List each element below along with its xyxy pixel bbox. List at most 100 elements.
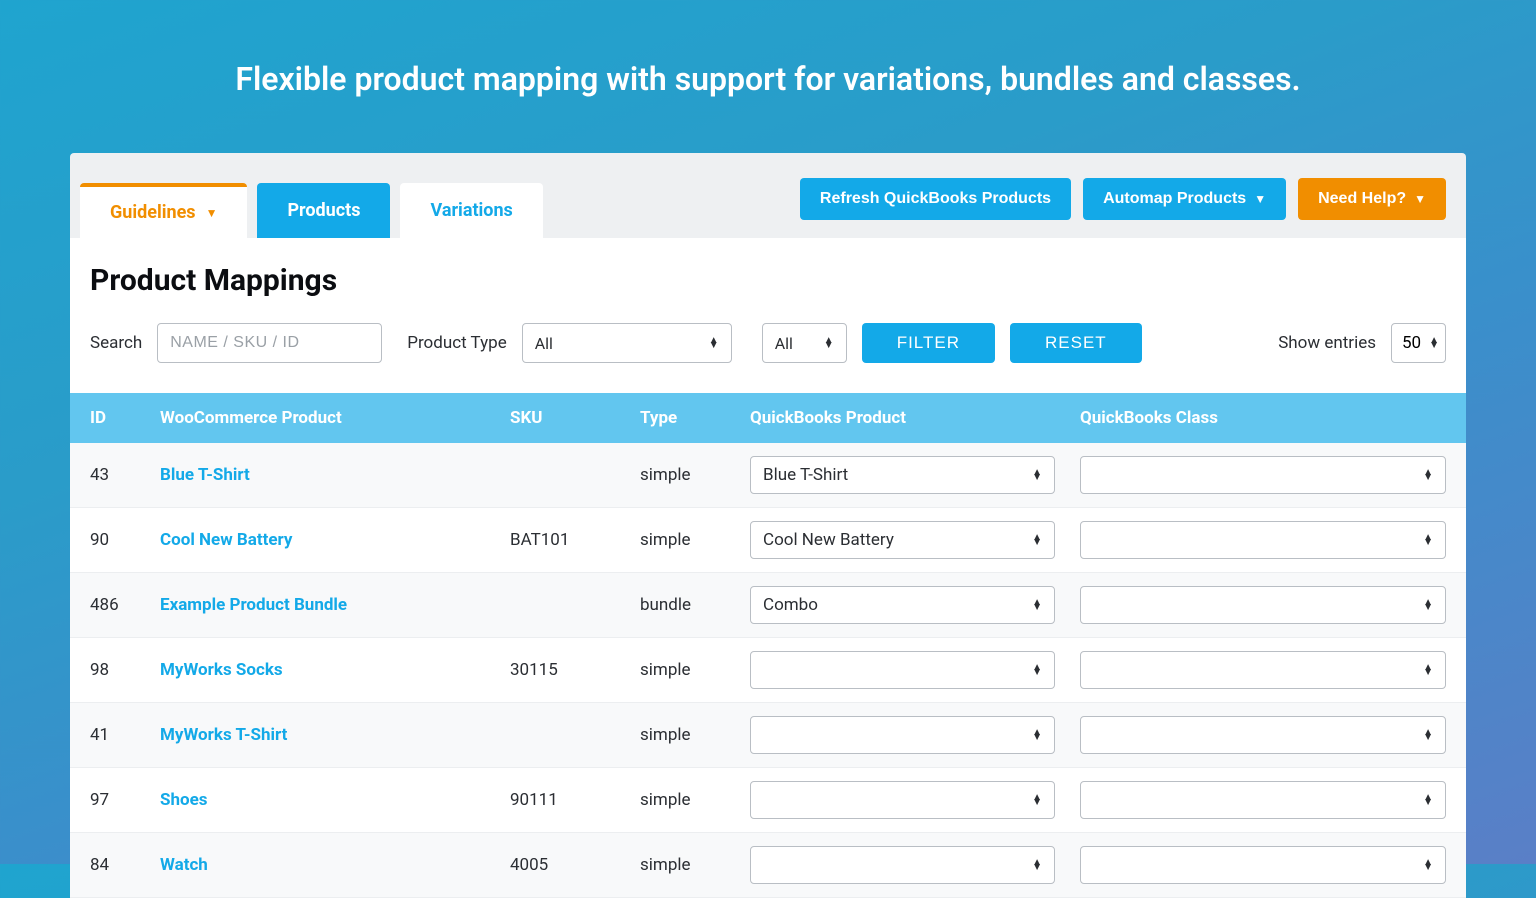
product-type-label: Product Type — [407, 333, 506, 353]
show-entries-value: 50 — [1402, 333, 1421, 353]
table-row: 90Cool New BatteryBAT101simpleCool New B… — [70, 508, 1466, 573]
tabs: Guidelines ▼ Products Variations — [80, 183, 800, 238]
cell-id: 84 — [90, 855, 160, 875]
search-input[interactable] — [157, 323, 382, 363]
sort-arrows-icon: ▲▼ — [1032, 600, 1042, 610]
product-link[interactable]: Cool New Battery — [160, 530, 293, 550]
tab-variations-label: Variations — [430, 200, 512, 221]
sort-arrows-icon: ▲▼ — [1032, 860, 1042, 870]
col-qb-product: QuickBooks Product — [750, 408, 1080, 428]
quickbooks-class-select[interactable]: ▲▼ — [1080, 586, 1446, 624]
table-row: 98MyWorks Socks 30115simple ▲▼ ▲▼ — [70, 638, 1466, 703]
quickbooks-class-select[interactable]: ▲▼ — [1080, 781, 1446, 819]
cell-type: simple — [640, 855, 750, 875]
filter-button[interactable]: FILTER — [862, 323, 995, 363]
table-body: 43Blue T-ShirtsimpleBlue T-Shirt▲▼▲▼90Co… — [70, 443, 1466, 898]
quickbooks-class-select[interactable]: ▲▼ — [1080, 846, 1446, 884]
sort-arrows-icon: ▲▼ — [1423, 795, 1433, 805]
tab-variations[interactable]: Variations — [400, 183, 542, 238]
cell-id: 98 — [90, 660, 160, 680]
cell-type: simple — [640, 530, 750, 550]
table-header: ID WooCommerce Product SKU Type QuickBoo… — [70, 393, 1466, 443]
cell-sku: 30115 — [510, 660, 640, 680]
quickbooks-class-select[interactable]: ▲▼ — [1080, 521, 1446, 559]
col-wc-product: WooCommerce Product — [160, 408, 510, 428]
cell-type: bundle — [640, 595, 750, 615]
sort-arrows-icon: ▲▼ — [1032, 470, 1042, 480]
cell-type: simple — [640, 660, 750, 680]
sort-arrows-icon: ▲▼ — [1429, 338, 1439, 348]
product-link[interactable]: MyWorks T-Shirt — [160, 725, 287, 745]
need-help-button[interactable]: Need Help? ▼ — [1298, 178, 1446, 220]
quickbooks-class-select[interactable]: ▲▼ — [1080, 651, 1446, 689]
toolbar: Guidelines ▼ Products Variations Refresh… — [70, 153, 1466, 238]
qb-product-value: Combo — [763, 595, 818, 615]
sort-arrows-icon: ▲▼ — [1423, 860, 1433, 870]
quickbooks-product-select[interactable]: Cool New Battery ▲▼ — [750, 521, 1055, 559]
content-area: Product Mappings Search Product Type All… — [70, 238, 1466, 898]
quickbooks-product-select[interactable]: ▲▼ — [750, 651, 1055, 689]
qb-product-value: Blue T-Shirt — [763, 465, 848, 485]
quickbooks-product-select[interactable]: ▲▼ — [750, 716, 1055, 754]
product-type-value: All — [535, 334, 553, 353]
page-title: Product Mappings — [90, 263, 1446, 298]
table-row: 41MyWorks T-Shirt simple ▲▼ ▲▼ — [70, 703, 1466, 768]
col-sku: SKU — [510, 408, 640, 428]
sort-arrows-icon: ▲▼ — [1423, 730, 1433, 740]
sort-arrows-icon: ▲▼ — [1032, 795, 1042, 805]
sort-arrows-icon: ▲▼ — [1423, 600, 1433, 610]
product-mappings-table: ID WooCommerce Product SKU Type QuickBoo… — [70, 393, 1466, 898]
table-row: 486Example Product BundlebundleCombo▲▼▲▼ — [70, 573, 1466, 638]
reset-button[interactable]: RESET — [1010, 323, 1142, 363]
sort-arrows-icon: ▲▼ — [1423, 470, 1433, 480]
col-id: ID — [90, 408, 160, 428]
table-row: 84Watch 4005simple ▲▼ ▲▼ — [70, 833, 1466, 898]
show-entries: Show entries 50 ▲▼ — [1278, 323, 1446, 363]
quickbooks-class-select[interactable]: ▲▼ — [1080, 456, 1446, 494]
qb-product-value: Cool New Battery — [763, 530, 894, 550]
table-row: 43Blue T-ShirtsimpleBlue T-Shirt▲▼▲▼ — [70, 443, 1466, 508]
automap-products-label: Automap Products — [1103, 190, 1246, 208]
quickbooks-product-select[interactable]: ▲▼ — [750, 781, 1055, 819]
cell-id: 43 — [90, 465, 160, 485]
sort-arrows-icon: ▲▼ — [1423, 665, 1433, 675]
quickbooks-product-select[interactable]: Combo ▲▼ — [750, 586, 1055, 624]
chevron-down-icon: ▼ — [206, 206, 218, 220]
sort-arrows-icon: ▲▼ — [1032, 535, 1042, 545]
chevron-down-icon: ▼ — [1254, 192, 1266, 206]
cell-type: simple — [640, 465, 750, 485]
sort-arrows-icon: ▲▼ — [1032, 730, 1042, 740]
show-entries-select[interactable]: 50 ▲▼ — [1391, 323, 1446, 363]
sort-arrows-icon: ▲▼ — [1032, 665, 1042, 675]
need-help-label: Need Help? — [1318, 190, 1406, 208]
tab-products[interactable]: Products — [257, 183, 390, 238]
secondary-filter-select[interactable]: All ▲▼ — [762, 323, 847, 363]
cell-sku: 90111 — [510, 790, 640, 810]
quickbooks-product-select[interactable]: Blue T-Shirt ▲▼ — [750, 456, 1055, 494]
cell-id: 41 — [90, 725, 160, 745]
product-link[interactable]: Blue T-Shirt — [160, 465, 250, 485]
product-link[interactable]: Example Product Bundle — [160, 595, 347, 615]
cell-id: 97 — [90, 790, 160, 810]
cell-id: 90 — [90, 530, 160, 550]
refresh-products-label: Refresh QuickBooks Products — [820, 190, 1051, 208]
col-qb-class: QuickBooks Class — [1080, 408, 1446, 428]
cell-sku: BAT101 — [510, 530, 640, 550]
product-type-select[interactable]: All ▲▼ — [522, 323, 732, 363]
product-link[interactable]: MyWorks Socks — [160, 660, 283, 680]
quickbooks-class-select[interactable]: ▲▼ — [1080, 716, 1446, 754]
sort-arrows-icon: ▲▼ — [1423, 535, 1433, 545]
cell-type: simple — [640, 725, 750, 745]
product-link[interactable]: Shoes — [160, 790, 208, 810]
sort-arrows-icon: ▲▼ — [824, 338, 834, 348]
refresh-products-button[interactable]: Refresh QuickBooks Products — [800, 178, 1071, 220]
quickbooks-product-select[interactable]: ▲▼ — [750, 846, 1055, 884]
main-panel: Guidelines ▼ Products Variations Refresh… — [70, 153, 1466, 898]
hero-text: Flexible product mapping with support fo… — [0, 0, 1536, 153]
sort-arrows-icon: ▲▼ — [709, 338, 719, 348]
cell-sku: 4005 — [510, 855, 640, 875]
automap-products-button[interactable]: Automap Products ▼ — [1083, 178, 1286, 220]
tab-guidelines[interactable]: Guidelines ▼ — [80, 183, 247, 238]
product-link[interactable]: Watch — [160, 855, 208, 875]
search-label: Search — [90, 333, 142, 353]
